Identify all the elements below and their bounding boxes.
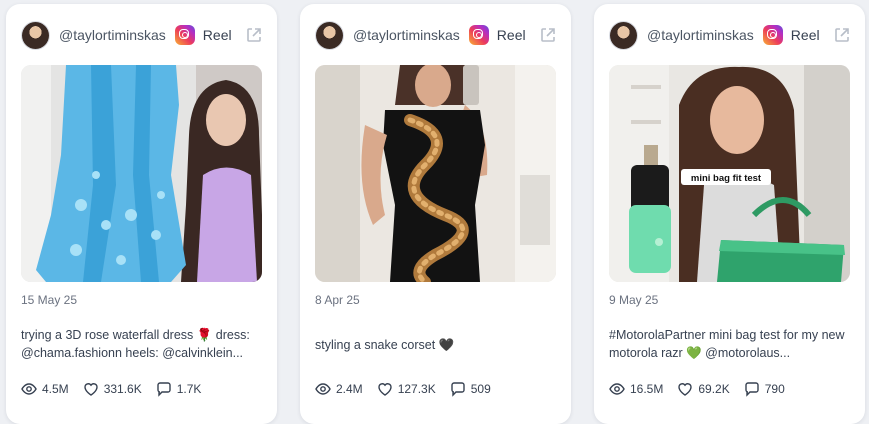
likes-count: 69.2K [698,382,730,396]
card-header: @taylortiminskas Reel [610,20,851,50]
post-caption: trying a 3D rose waterfall dress 🌹 dress… [21,328,250,360]
avatar[interactable] [316,21,343,49]
likes-count: 331.6K [103,382,142,396]
thumbnail-image: mini bag fit test [609,65,850,282]
post-date: 15 May 25 [21,293,78,307]
views-count: 16.5M [630,382,664,396]
views-stat: 4.5M [21,381,69,397]
likes-stat: 69.2K [677,381,730,397]
eye-icon [609,383,625,395]
likes-stat: 127.3K [377,381,436,397]
account-handle[interactable]: @taylortiminskas [647,27,754,43]
heart-icon [678,383,693,396]
comments-count: 509 [470,382,491,396]
post-thumbnail[interactable]: mini bag fit test [609,65,850,282]
account-handle[interactable]: @taylortiminskas [353,27,460,43]
post-date: 8 Apr 25 [315,293,360,307]
post-caption: styling a snake corset 🖤 [315,338,455,352]
post-stats: 4.5M 331.6K 1.7K [21,381,215,397]
likes-count: 127.3K [397,382,436,396]
video-overlay-text: mini bag fit test [691,173,762,184]
post-card[interactable]: @taylortiminskas Reel mini bag fit test … [594,4,865,424]
external-link-icon[interactable] [833,26,851,44]
views-stat: 2.4M [315,381,363,397]
comment-icon [451,382,465,397]
post-stats: 2.4M 127.3K 509 [315,381,505,397]
comments-stat: 1.7K [156,381,202,397]
external-link-icon[interactable] [539,26,557,44]
post-caption: #MotorolaPartner mini bag test for my ne… [609,328,845,360]
thumbnail-image [315,65,556,282]
instagram-icon [762,25,783,45]
instagram-icon [468,25,489,45]
comments-stat: 790 [744,381,785,397]
post-thumbnail[interactable] [315,65,556,282]
post-type-label: Reel [202,27,232,43]
external-link-icon[interactable] [245,26,263,44]
views-count: 2.4M [336,382,363,396]
views-count: 4.5M [42,382,69,396]
post-type-label: Reel [790,27,820,43]
heart-icon [377,383,392,396]
card-header: @taylortiminskas Reel [22,20,263,50]
heart-icon [83,383,98,396]
card-header: @taylortiminskas Reel [316,20,557,50]
avatar[interactable] [610,21,637,49]
comments-stat: 509 [450,381,491,397]
post-card[interactable]: @taylortiminskas Reel 15 May 25 trying a… [6,4,277,424]
account-handle[interactable]: @taylortiminskas [59,27,166,43]
post-thumbnail[interactable] [21,65,262,282]
post-type-label: Reel [496,27,526,43]
eye-icon [21,383,37,395]
post-date: 9 May 25 [609,293,659,307]
eye-icon [315,383,331,395]
comments-count: 790 [764,382,785,396]
instagram-icon [174,25,195,45]
comment-icon [157,382,171,397]
comment-icon [745,382,759,397]
post-card[interactable]: @taylortiminskas Reel 8 Apr 25 styling a… [300,4,571,424]
post-stats: 16.5M 69.2K 790 [609,381,799,397]
views-stat: 16.5M [609,381,663,397]
likes-stat: 331.6K [83,381,142,397]
avatar[interactable] [22,21,49,49]
comments-count: 1.7K [176,382,202,396]
thumbnail-image [21,65,262,282]
